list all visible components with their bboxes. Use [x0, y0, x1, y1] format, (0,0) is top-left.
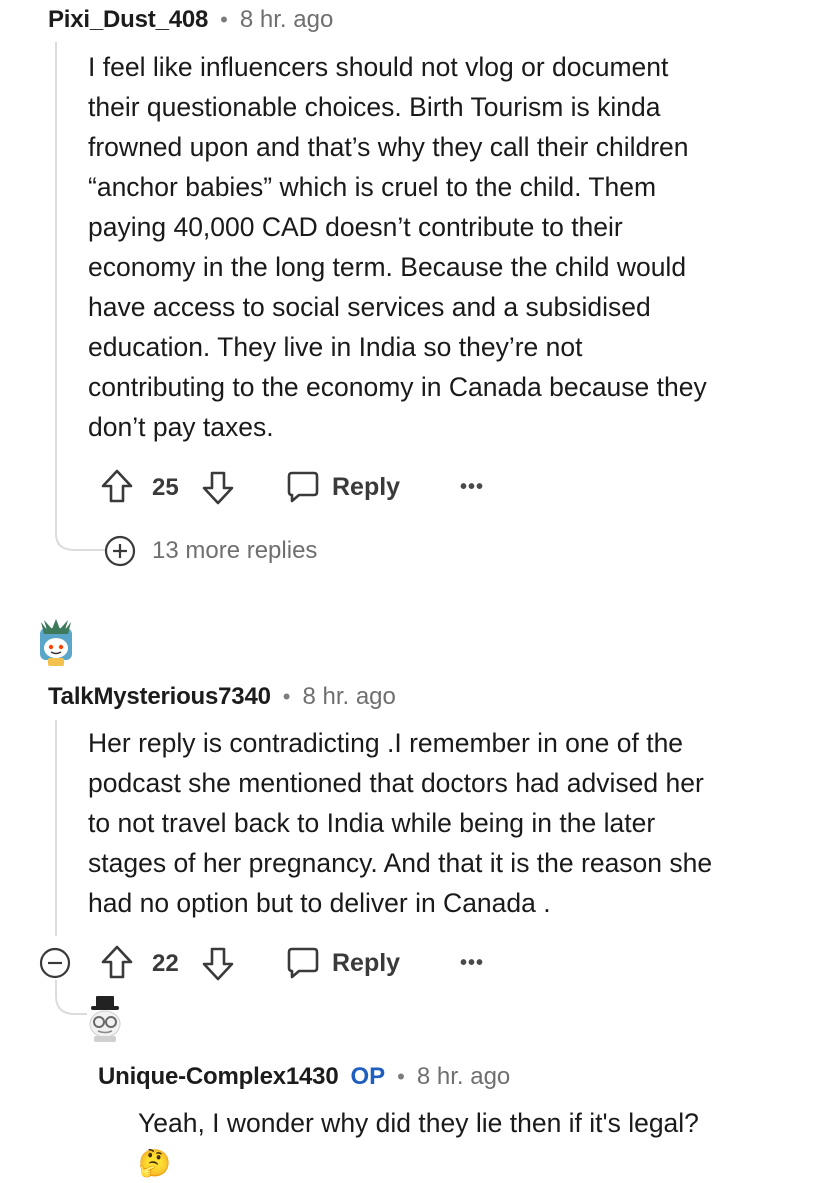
- speech-bubble-icon: [287, 471, 319, 503]
- avatar-snoo[interactable]: [82, 994, 128, 1044]
- more-replies-label: 13 more replies: [152, 537, 318, 564]
- separator: •: [282, 684, 291, 709]
- upvote-arrow-icon: [101, 469, 133, 503]
- comment-line: Yeah, I wonder why did they lie then if …: [138, 1108, 699, 1138]
- comment-line: to not travel back to India while being …: [88, 808, 656, 838]
- comment-line: Her reply is contradicting .I remember i…: [88, 728, 684, 758]
- minus-circle-icon: [39, 947, 71, 979]
- separator: •: [220, 7, 228, 32]
- comment-line: don’t pay taxes.: [88, 412, 274, 442]
- downvote-button[interactable]: [201, 470, 241, 508]
- comment-line: I feel like influencers should not vlog …: [88, 52, 669, 82]
- separator: •: [397, 1064, 405, 1089]
- reply-label: Reply: [332, 472, 401, 501]
- comment-line: education. They live in India so they’re…: [88, 332, 583, 362]
- username[interactable]: Unique-Complex1430: [98, 1063, 339, 1091]
- comment-header: Pixi_Dust_408 • 8 hr. ago: [48, 6, 333, 34]
- username[interactable]: TalkMysterious7340: [48, 683, 271, 711]
- comment-header: Unique-Complex1430 OP • 8 hr. ago: [98, 1063, 510, 1091]
- comment-body: Her reply is contradicting .I remember i…: [88, 723, 808, 923]
- comment-line: have access to social services and a sub…: [88, 292, 651, 322]
- timestamp: 8 hr. ago: [302, 683, 396, 710]
- reply-button[interactable]: Reply: [286, 946, 400, 980]
- comment-line: paying 40,000 CAD doesn’t contribute to …: [88, 212, 623, 242]
- overflow-dots-icon[interactable]: •••: [460, 476, 484, 499]
- downvote-arrow-icon: [202, 947, 234, 981]
- vote-count: 22: [152, 950, 179, 977]
- comment-line: stages of her pregnancy. And that it is …: [88, 848, 713, 878]
- upvote-button[interactable]: [100, 468, 140, 506]
- vote-count: 25: [152, 474, 179, 501]
- timestamp: 8 hr. ago: [416, 1063, 511, 1090]
- comment-line: economy in the long term. Because the ch…: [88, 252, 687, 282]
- username[interactable]: Pixi_Dust_408: [48, 6, 208, 34]
- comment-line: had no option but to deliver in Canada .: [88, 888, 551, 918]
- reply-button[interactable]: Reply: [286, 470, 400, 504]
- thread-line: [55, 42, 57, 536]
- avatar-snoo[interactable]: [34, 618, 78, 668]
- speech-bubble-icon: [287, 947, 319, 979]
- more-replies-link[interactable]: 13 more replies: [104, 535, 317, 567]
- thread-line: [55, 720, 57, 936]
- collapse-thread-button[interactable]: [39, 947, 71, 979]
- downvote-button[interactable]: [201, 946, 241, 984]
- comment-line: “anchor babies” which is cruel to the ch…: [88, 172, 657, 202]
- comment-header: TalkMysterious7340 • 8 hr. ago: [48, 683, 396, 711]
- comment-line: podcast she mentioned that doctors had a…: [88, 768, 704, 798]
- timestamp: 8 hr. ago: [239, 6, 334, 33]
- upvote-arrow-icon: [101, 945, 133, 979]
- comment-body: Yeah, I wonder why did they lie then if …: [138, 1103, 808, 1183]
- reply-label: Reply: [332, 948, 401, 977]
- comment-body: I feel like influencers should not vlog …: [88, 47, 808, 447]
- downvote-arrow-icon: [202, 471, 234, 505]
- comment-line: frowned upon and that’s why they call th…: [88, 132, 689, 162]
- comment-line: contributing to the economy in Canada be…: [88, 372, 707, 402]
- plus-circle-icon: [104, 535, 136, 567]
- op-badge: OP: [350, 1063, 386, 1090]
- overflow-dots-icon[interactable]: •••: [460, 952, 484, 975]
- comment-line: their questionable choices. Birth Touris…: [88, 92, 661, 122]
- upvote-button[interactable]: [100, 944, 140, 982]
- thinking-face-emoji: 🤔: [138, 1148, 171, 1178]
